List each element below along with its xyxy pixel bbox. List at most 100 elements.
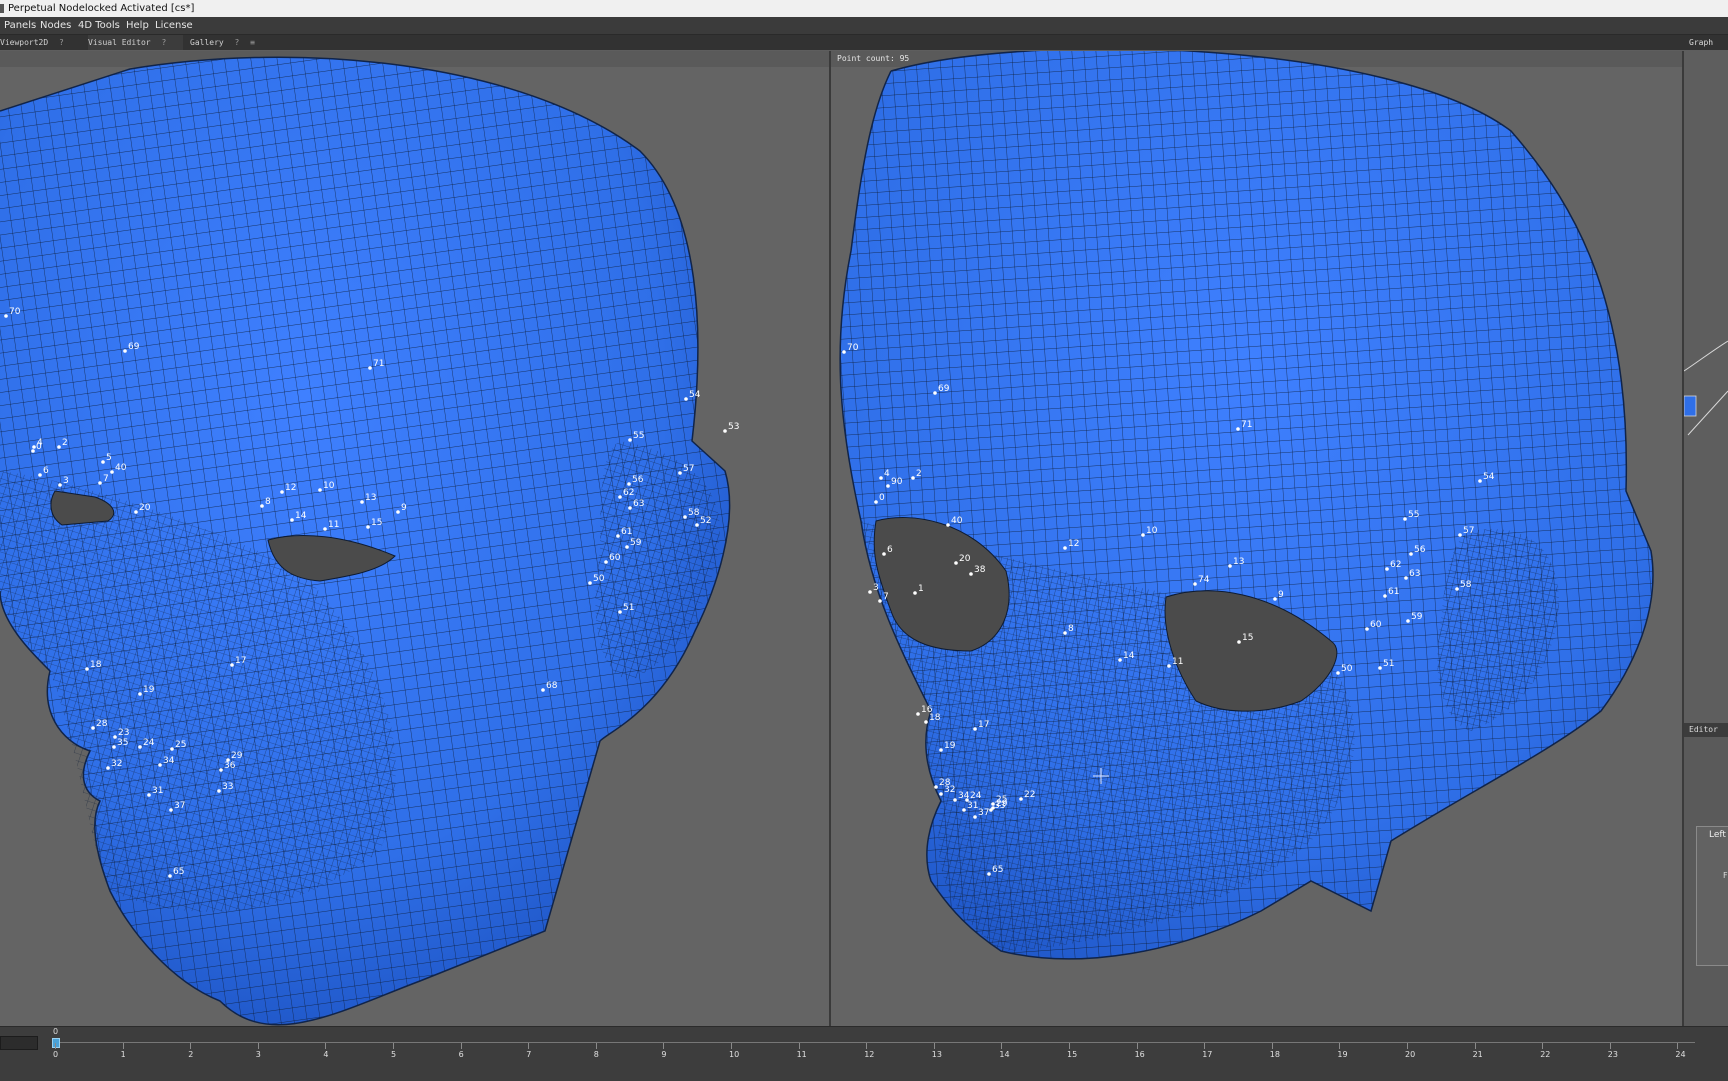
tab-gallery[interactable]: Gallery ? ≡ × (190, 35, 260, 62)
landmark-label: 3 (873, 583, 879, 593)
landmark-dot (91, 726, 95, 730)
landmark-label: 24 (143, 738, 155, 748)
title-bar: Perpetual Nodelocked Activated [cs*] (0, 0, 1728, 18)
menu-help[interactable]: Help (126, 17, 149, 34)
timeline-tick-label: 7 (526, 1050, 532, 1059)
timeline-tickmark (1271, 1043, 1273, 1049)
landmark-dot (280, 490, 284, 494)
landmark-label: 36 (224, 761, 236, 771)
landmark-label: 33 (994, 801, 1005, 811)
landmark-dot (879, 476, 883, 480)
timeline-track[interactable] (55, 1042, 1695, 1043)
graph-node-icon[interactable] (1683, 395, 1697, 417)
landmark-dot (1403, 517, 1407, 521)
landmark-label: 19 (944, 741, 956, 751)
landmark-label: 10 (1146, 526, 1158, 536)
landmark-label: 32 (111, 759, 122, 769)
timeline-tick-label: 20 (1405, 1050, 1416, 1059)
menu-license[interactable]: License (155, 17, 193, 34)
landmark-label: 74 (1198, 575, 1210, 585)
landmark-dot (323, 527, 327, 531)
tab-visual-editor[interactable]: Visual Editor ? ≡ × (88, 35, 183, 62)
head-render-right[interactable]: 7069714 290040638371201210137498151411545… (831, 51, 1682, 1026)
landmark-dot (134, 510, 138, 514)
menu-bar: Panels Nodes 4D Tools Help License (0, 17, 1728, 35)
menu-nodes[interactable]: Nodes (40, 17, 71, 34)
landmark-label: 14 (1123, 651, 1135, 661)
landmark-dot (360, 500, 364, 504)
landmark-dot (85, 667, 89, 671)
timeline-tickmark (1609, 1043, 1611, 1049)
landmark-dot (886, 484, 890, 488)
landmark-dot (604, 560, 608, 564)
landmark-label: 15 (371, 518, 382, 528)
landmark-label: 63 (633, 499, 644, 509)
landmark-label: 57 (1463, 526, 1474, 536)
landmark-label: 63 (1409, 569, 1420, 579)
landmark-label: 8 (265, 497, 271, 507)
landmark-dot (1385, 567, 1389, 571)
landmark-label: 18 (929, 713, 941, 723)
landmark-dot (874, 500, 878, 504)
landmark-point[interactable]: 53 (723, 422, 739, 433)
landmark-label: 7 (883, 592, 889, 602)
landmark-dot (31, 449, 35, 453)
editor-side-label: Left (1709, 830, 1726, 840)
landmark-label: 2 (916, 469, 922, 479)
timeline-tick-label: 17 (1202, 1050, 1213, 1059)
landmark-dot (911, 476, 915, 480)
tab-bar: Viewport2D ? ≡ × Visual Editor ? ≡ × Gal… (0, 35, 1688, 62)
landmark-label: 19 (143, 685, 155, 695)
landmark-dot (219, 768, 223, 772)
viewport-right[interactable]: Point count: 95 70 69 71 4 2 90 0 40 6 3… (831, 51, 1684, 1026)
timeline-tickmark (1204, 1043, 1206, 1049)
head-render-left[interactable]: 70697154534 2054063 75556626357585212 10138… (0, 51, 829, 1026)
menu-panels[interactable]: Panels (4, 17, 36, 34)
editor-side-box[interactable]: Left F (1696, 826, 1728, 966)
landmark-point[interactable]: 3 (868, 583, 879, 594)
tab-viewport2d[interactable]: Viewport2D ? ≡ × (0, 35, 80, 62)
landmark-label: 62 (623, 488, 634, 498)
timeline-tickmark (55, 1043, 56, 1049)
timeline-playhead[interactable] (52, 1038, 60, 1048)
timeline-tick-label: 9 (661, 1050, 667, 1059)
landmark-label: 31 (152, 786, 163, 796)
timeline-tick-label: 13 (931, 1050, 942, 1059)
menu-4d-tools[interactable]: 4D Tools (78, 17, 120, 34)
landmark-label: 0 (36, 442, 42, 452)
graph-canvas[interactable] (1683, 51, 1728, 723)
timeline-tickmark (1136, 1043, 1138, 1049)
landmark-label: 53 (728, 422, 739, 432)
landmark-label: 60 (609, 553, 621, 563)
timeline[interactable]: 0 0 1 2 3 4 5 6 7 8 9 10 11 12 13 14 15 16 17 18 19 20 21 22 23… (0, 1026, 1728, 1081)
landmark-dot (58, 483, 62, 487)
landmark-label: 3 (63, 476, 69, 486)
landmark-dot (396, 510, 400, 514)
landmark-dot (969, 572, 973, 576)
landmark-label: 68 (546, 681, 558, 691)
landmark-dot (842, 350, 846, 354)
current-frame-label: 0 (53, 1027, 59, 1036)
landmark-dot (123, 349, 127, 353)
landmark-dot (989, 808, 993, 812)
landmark-dot (1455, 587, 1459, 591)
tab-visual-editor-label: Visual Editor (88, 38, 151, 47)
timeline-tick-label: 15 (1067, 1050, 1078, 1059)
timeline-tickmark (731, 1043, 732, 1049)
landmark-dot (217, 789, 221, 793)
landmark-label: 20 (959, 554, 971, 564)
frame-input[interactable] (0, 1036, 38, 1050)
timeline-tick-label: 23 (1607, 1050, 1618, 1059)
timeline-tickmark (866, 1043, 868, 1049)
landmark-label: 58 (688, 508, 700, 518)
viewport-left[interactable]: 70 69 71 54 53 4 2 0 5 40 6 3 7 55 56 62 63 57 58 52 12 10 13 8… (0, 51, 831, 1026)
landmark-label: 37 (978, 808, 989, 818)
timeline-tickmark (460, 1043, 462, 1049)
timeline-tickmark (1069, 1043, 1070, 1049)
landmark-dot (934, 785, 938, 789)
landmark-dot (168, 874, 172, 878)
landmark-dot (98, 481, 102, 485)
landmark-dot (933, 391, 937, 395)
editor-panel-header: Editor (1684, 723, 1728, 737)
landmark-label: 70 (847, 343, 859, 353)
